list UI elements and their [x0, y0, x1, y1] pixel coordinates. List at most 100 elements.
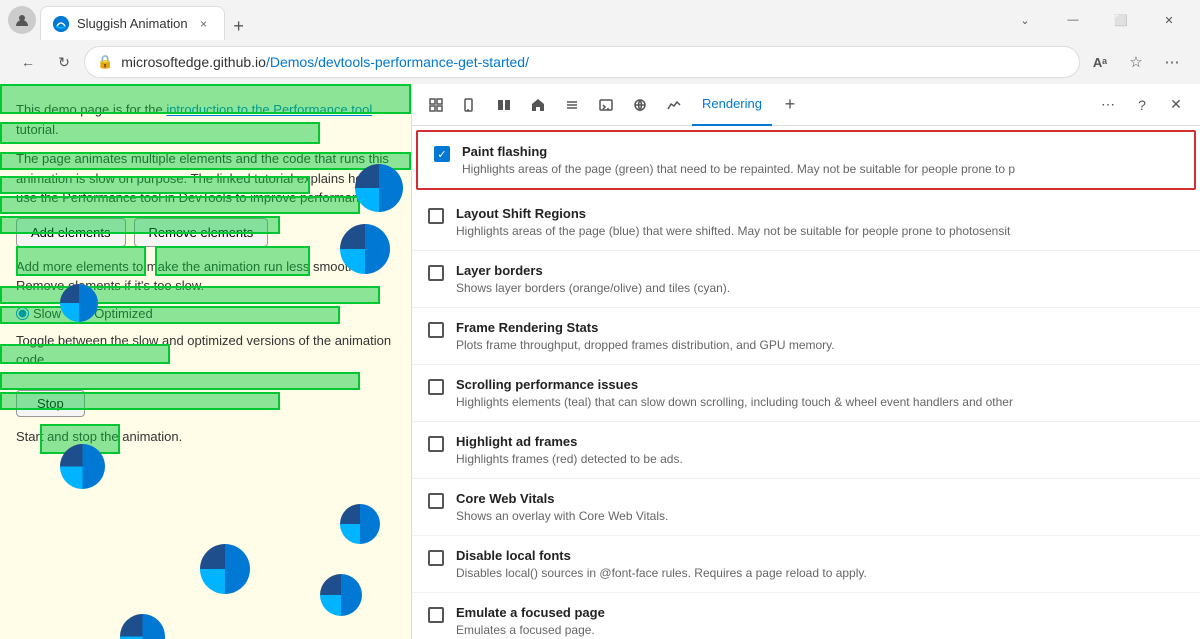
rendering-item-desc-paint-flashing: Highlights areas of the page (green) tha… [462, 162, 1178, 176]
devtools-toolbar: Rendering + ⋯ ? ✕ [412, 84, 1200, 126]
checkbox-layout-shift-regions[interactable] [428, 208, 444, 224]
rendering-item-text-frame-rendering-stats: Frame Rendering Stats Plots frame through… [456, 320, 1184, 352]
checkbox-scrolling-performance[interactable] [428, 379, 444, 395]
rendering-item-text-scrolling-performance: Scrolling performance issues Highlights e… [456, 377, 1184, 409]
intro-paragraph: This demo page is for the introduction t… [16, 100, 395, 139]
rendering-item-desc-scrolling-performance: Highlights elements (teal) that can slow… [456, 395, 1184, 409]
rendering-item-desc-highlight-ad-frames: Highlights frames (red) detected to be a… [456, 452, 1184, 466]
edge-logo [60, 444, 105, 489]
maximize-button[interactable]: ⬜ [1098, 4, 1144, 36]
rendering-item-text-disable-local-fonts: Disable local fonts Disables local() sour… [456, 548, 1184, 580]
rendering-item-title-layer-borders: Layer borders [456, 263, 1184, 278]
rendering-item-title-core-web-vitals: Core Web Vitals [456, 491, 1184, 506]
rendering-item-title-emulate-focused-page: Emulate a focused page [456, 605, 1184, 620]
slow-radio[interactable] [16, 307, 29, 320]
add-tab-button[interactable]: + [774, 89, 806, 121]
paint-flash-overlay [0, 372, 360, 390]
active-tab[interactable]: Sluggish Animation × [40, 6, 225, 40]
checkbox-paint-flashing[interactable]: ✓ [434, 146, 450, 162]
devtools-help-button[interactable]: ? [1126, 89, 1158, 121]
panel-layout-button[interactable] [488, 89, 520, 121]
address-bar[interactable]: 🔒 microsoftedge.github.io/Demos/devtools… [84, 46, 1080, 78]
devtools-close-button[interactable]: ✕ [1160, 89, 1192, 121]
back-button[interactable]: ← [12, 46, 44, 78]
rendering-item-paint-flashing: ✓ Paint flashing Highlights areas of the p… [416, 130, 1196, 190]
network-icon[interactable] [624, 89, 656, 121]
checkbox-disable-local-fonts[interactable] [428, 550, 444, 566]
rendering-item-text-core-web-vitals: Core Web Vitals Shows an overlay with Cor… [456, 491, 1184, 523]
remove-elements-button[interactable]: Remove elements [134, 218, 269, 247]
slow-radio-label[interactable]: Slow [16, 306, 61, 321]
rendering-item-title-highlight-ad-frames: Highlight ad frames [456, 434, 1184, 449]
toolbar-icons: Aᵃ ☆ ⋯ [1084, 46, 1188, 78]
description-paragraph: The page animates multiple elements and … [16, 149, 395, 208]
chevron-down-icon[interactable]: ⌄ [1002, 4, 1048, 36]
edge-logo [60, 284, 98, 322]
edge-logo [340, 504, 380, 544]
performance-icon[interactable] [658, 89, 690, 121]
minimize-button[interactable]: — [1050, 4, 1096, 36]
toggle-helper-text: Toggle between the slow and optimized ve… [16, 331, 395, 370]
webpage-content: This demo page is for the introduction t… [0, 84, 411, 639]
edge-logo [120, 614, 165, 639]
console-icon[interactable] [590, 89, 622, 121]
checkbox-highlight-ad-frames[interactable] [428, 436, 444, 452]
tabs-area: Sluggish Animation × + [40, 0, 998, 40]
rendering-item-layer-borders: Layer bordersShows layer borders (orange… [412, 251, 1200, 308]
performance-tool-link[interactable]: introduction to the Performance tool [166, 102, 372, 117]
rendering-items-list: ✓ Paint flashing Highlights areas of the p… [412, 130, 1200, 639]
home-button[interactable] [522, 89, 554, 121]
checkbox-frame-rendering-stats[interactable] [428, 322, 444, 338]
elements-icon[interactable] [556, 89, 588, 121]
close-button[interactable]: ✕ [1146, 4, 1192, 36]
inspect-element-button[interactable] [420, 89, 452, 121]
more-options-button[interactable]: ⋯ [1156, 46, 1188, 78]
rendering-item-scrolling-performance: Scrolling performance issues Highlights e… [412, 365, 1200, 422]
rendering-item-title-disable-local-fonts: Disable local fonts [456, 548, 1184, 563]
main-area: This demo page is for the introduction t… [0, 84, 1200, 639]
title-bar: Sluggish Animation × + ⌄ — ⬜ ✕ [0, 0, 1200, 40]
tab-favicon [53, 16, 69, 32]
rendering-item-emulate-focused-page: Emulate a focused pageEmulates a focused… [412, 593, 1200, 639]
tab-close-button[interactable]: × [196, 16, 212, 32]
rendering-item-text-paint-flashing: Paint flashing Highlights areas of the pa… [462, 144, 1178, 176]
checkbox-layer-borders[interactable] [428, 265, 444, 281]
rendering-item-layout-shift-regions: Layout Shift RegionsHighlights areas of … [412, 194, 1200, 251]
stop-button[interactable]: Stop [16, 390, 85, 417]
read-aloud-button[interactable]: Aᵃ [1084, 46, 1116, 78]
address-text: microsoftedge.github.io/Demos/devtools-p… [121, 54, 1067, 70]
url-path: /Demos/devtools-performance-get-started/ [266, 54, 529, 70]
refresh-button[interactable]: ↻ [48, 46, 80, 78]
new-tab-button[interactable]: + [225, 12, 253, 40]
profile-icon[interactable] [8, 6, 36, 34]
edge-logo [355, 164, 403, 212]
url-domain: microsoftedge.github.io [121, 54, 266, 70]
checkbox-emulate-focused-page[interactable] [428, 607, 444, 623]
rendering-item-desc-core-web-vitals: Shows an overlay with Core Web Vitals. [456, 509, 1184, 523]
rendering-tab-label: Rendering [702, 96, 762, 111]
rendering-item-title-scrolling-performance: Scrolling performance issues [456, 377, 1184, 392]
rendering-item-core-web-vitals: Core Web Vitals Shows an overlay with Cor… [412, 479, 1200, 536]
rendering-item-text-layout-shift-regions: Layout Shift RegionsHighlights areas of … [456, 206, 1184, 238]
tab-rendering[interactable]: Rendering [692, 84, 772, 126]
edge-logo [320, 574, 362, 616]
add-elements-button[interactable]: Add elements [16, 218, 126, 247]
rendering-item-title-paint-flashing: Paint flashing [462, 144, 1178, 159]
rendering-item-title-frame-rendering-stats: Frame Rendering Stats [456, 320, 1184, 335]
tab-title: Sluggish Animation [77, 16, 188, 31]
webpage-content-area: This demo page is for the introduction t… [0, 84, 412, 639]
checkbox-core-web-vitals[interactable] [428, 493, 444, 509]
rendering-item-highlight-ad-frames: Highlight ad frames Highlights frames (re… [412, 422, 1200, 479]
edge-logo [340, 224, 390, 274]
rendering-panel-content: ✓ Paint flashing Highlights areas of the p… [412, 126, 1200, 639]
favorites-button[interactable]: ☆ [1120, 46, 1152, 78]
lock-icon: 🔒 [97, 54, 113, 70]
browser-toolbar: ← ↻ 🔒 microsoftedge.github.io/Demos/devt… [0, 40, 1200, 84]
rendering-item-disable-local-fonts: Disable local fonts Disables local() sour… [412, 536, 1200, 593]
device-toggle-button[interactable] [454, 89, 486, 121]
rendering-item-desc-frame-rendering-stats: Plots frame throughput, dropped frames d… [456, 338, 1184, 352]
devtools-more-button[interactable]: ⋯ [1092, 89, 1124, 121]
rendering-item-desc-disable-local-fonts: Disables local() sources in @font-face r… [456, 566, 1184, 580]
element-controls: Add elements Remove elements [16, 218, 395, 247]
rendering-item-frame-rendering-stats: Frame Rendering Stats Plots frame through… [412, 308, 1200, 365]
